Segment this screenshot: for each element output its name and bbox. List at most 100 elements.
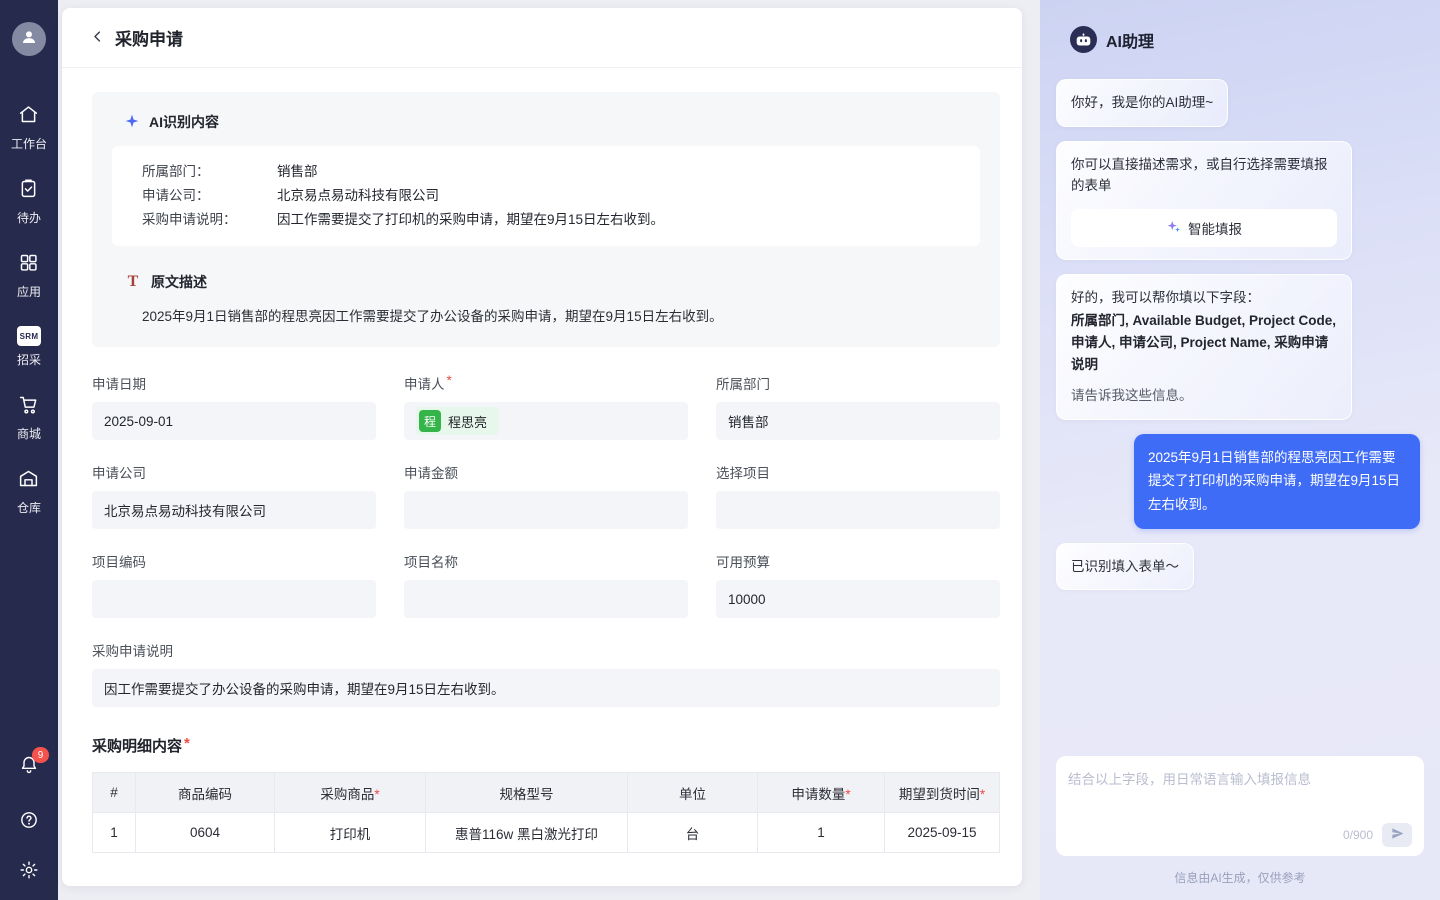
project-name-input[interactable] <box>404 580 688 618</box>
cell-unit[interactable]: 台 <box>628 813 758 853</box>
required-mark: * <box>980 787 985 802</box>
page-title: 采购申请 <box>115 25 183 50</box>
amount-input[interactable] <box>404 491 688 529</box>
card-body: AI识别内容 所属部门： 销售部 申请公司： 北京易点易动科技有限公司 采购申请… <box>62 68 1022 853</box>
applicant-name: 程思亮 <box>448 412 487 431</box>
col-product: 采购商品* <box>275 773 426 813</box>
chat-textarea[interactable] <box>1068 768 1412 823</box>
table-row[interactable]: 1 0604 打印机 惠普116w 黑白激光打印 台 1 2025-09-15 <box>93 813 1000 853</box>
card-header: 采购申请 <box>62 8 1022 68</box>
settings-button[interactable] <box>19 860 39 880</box>
cell-spec[interactable]: 惠普116w 黑白激光打印 <box>426 813 628 853</box>
department-input[interactable] <box>716 402 1000 440</box>
chat-input-box: 0/900 <box>1056 756 1424 856</box>
ai-field-value: 因工作需要提交了打印机的采购申请，期望在9月15日左右收到。 <box>277 208 664 232</box>
available-budget-input[interactable] <box>716 580 1000 618</box>
send-button[interactable] <box>1382 823 1412 847</box>
sidebar-item-procurement[interactable]: SRM 招采 <box>17 326 41 368</box>
description-input[interactable]: 因工作需要提交了办公设备的采购申请，期望在9月15日左右收到。 <box>92 669 1000 707</box>
smart-fill-button[interactable]: 智能填报 <box>1071 209 1337 247</box>
sidebar-item-label: 仓库 <box>17 499 41 516</box>
required-mark: * <box>447 373 452 393</box>
sidebar-item-label: 应用 <box>17 283 41 300</box>
col-label: 规格型号 <box>500 787 554 802</box>
col-label: 采购商品 <box>320 787 374 802</box>
send-plane-icon <box>1391 827 1404 843</box>
col-unit: 单位 <box>628 773 758 813</box>
sidebar-item-apps[interactable]: 应用 <box>17 252 41 300</box>
assistant-message-prompt: 你可以直接描述需求，或自行选择需要填报的表单 智能填报 <box>1056 141 1352 260</box>
required-mark: * <box>374 787 379 802</box>
fill-intro: 好的，我可以帮你填以下字段： <box>1071 287 1337 309</box>
char-counter: 0/900 <box>1343 828 1373 842</box>
notifications-button[interactable]: 9 <box>19 755 39 780</box>
purchase-request-card: 采购申请 AI识别内容 所属部门： 销售部 申请公司： <box>62 8 1022 886</box>
cell-index[interactable]: 1 <box>93 813 136 853</box>
field-project-name: 项目名称 <box>404 551 688 618</box>
chat-input-footer: 0/900 <box>1068 823 1412 847</box>
applicant-input[interactable]: 程 程思亮 <box>404 402 688 440</box>
field-label: 申请公司 <box>92 462 376 482</box>
label-text: 可用预算 <box>716 551 770 571</box>
user-avatar[interactable] <box>12 22 46 56</box>
assistant-title: AI助理 <box>1106 28 1154 52</box>
col-expected-date: 期望到货时间* <box>885 773 1000 813</box>
help-button[interactable] <box>19 810 39 830</box>
field-label: 项目编码 <box>92 551 376 571</box>
ai-field-label: 申请公司： <box>142 184 277 208</box>
detail-title-text: 采购明细内容 <box>92 735 182 756</box>
field-company: 申请公司 <box>92 462 376 529</box>
original-text: 2025年9月1日销售部的程思亮因工作需要提交了办公设备的采购申请，期望在9月1… <box>112 305 980 325</box>
ai-recognized-fields: 所属部门： 销售部 申请公司： 北京易点易动科技有限公司 采购申请说明： 因工作… <box>112 146 980 246</box>
field-label: 选择项目 <box>716 462 1000 482</box>
back-button[interactable] <box>90 29 105 47</box>
label-text: 申请日期 <box>92 373 146 393</box>
field-project-select: 选择项目 <box>716 462 1000 529</box>
required-mark: * <box>845 787 850 802</box>
apps-grid-icon <box>18 252 39 278</box>
col-label: 商品编码 <box>178 787 232 802</box>
col-product-code: 商品编码 <box>136 773 275 813</box>
cell-expected-date[interactable]: 2025-09-15 <box>885 813 1000 853</box>
star-icon <box>124 113 140 132</box>
cell-product[interactable]: 打印机 <box>275 813 426 853</box>
project-select-input[interactable] <box>716 491 1000 529</box>
field-department: 所属部门 <box>716 373 1000 440</box>
chevron-left-icon <box>90 29 105 47</box>
field-available-budget: 可用预算 <box>716 551 1000 618</box>
ai-assistant-panel: AI助理 你好，我是你的AI助理~ 你可以直接描述需求，或自行选择需要填报的表单… <box>1040 0 1440 900</box>
field-label: 申请金额 <box>404 462 688 482</box>
sidebar-item-todo[interactable]: 待办 <box>17 178 41 226</box>
field-label: 申请日期 <box>92 373 376 393</box>
sidebar-item-workbench[interactable]: 工作台 <box>11 104 47 152</box>
bell-icon <box>19 762 39 779</box>
col-spec: 规格型号 <box>426 773 628 813</box>
col-label: 单位 <box>679 787 706 802</box>
field-request-date: 申请日期 <box>92 373 376 440</box>
sidebar-item-mall[interactable]: 商城 <box>17 394 41 442</box>
main-area: 采购申请 AI识别内容 所属部门： 销售部 申请公司： <box>58 0 1040 900</box>
workbench-icon <box>18 104 39 130</box>
sidebar-item-label: 招采 <box>17 351 41 368</box>
project-code-input[interactable] <box>92 580 376 618</box>
sparkle-icon <box>1166 219 1181 237</box>
cell-quantity[interactable]: 1 <box>758 813 885 853</box>
col-quantity: 申请数量* <box>758 773 885 813</box>
assistant-message-recognized: 已识别填入表单～ <box>1056 543 1194 591</box>
todo-icon <box>18 178 39 204</box>
request-date-input[interactable] <box>92 402 376 440</box>
applicant-tag[interactable]: 程 程思亮 <box>416 407 499 435</box>
cart-icon <box>18 394 39 420</box>
sidebar-item-label: 工作台 <box>11 135 47 152</box>
assistant-header: AI助理 <box>1040 26 1440 53</box>
ai-field-row: 申请公司： 北京易点易动科技有限公司 <box>142 184 950 208</box>
sidebar-item-label: 商城 <box>17 425 41 442</box>
field-label: 采购申请说明 <box>92 640 1000 660</box>
srm-icon: SRM <box>17 326 41 346</box>
cell-product-code[interactable]: 0604 <box>136 813 275 853</box>
sidebar-item-warehouse[interactable]: 仓库 <box>17 468 41 516</box>
company-input[interactable] <box>92 491 376 529</box>
sidebar-nav: 工作台 待办 应用 SRM 招采 商城 仓库 <box>11 104 47 516</box>
request-form: 申请日期 申请人* 程 程思亮 所属部门 <box>92 373 1000 618</box>
text-icon: T <box>124 273 142 291</box>
